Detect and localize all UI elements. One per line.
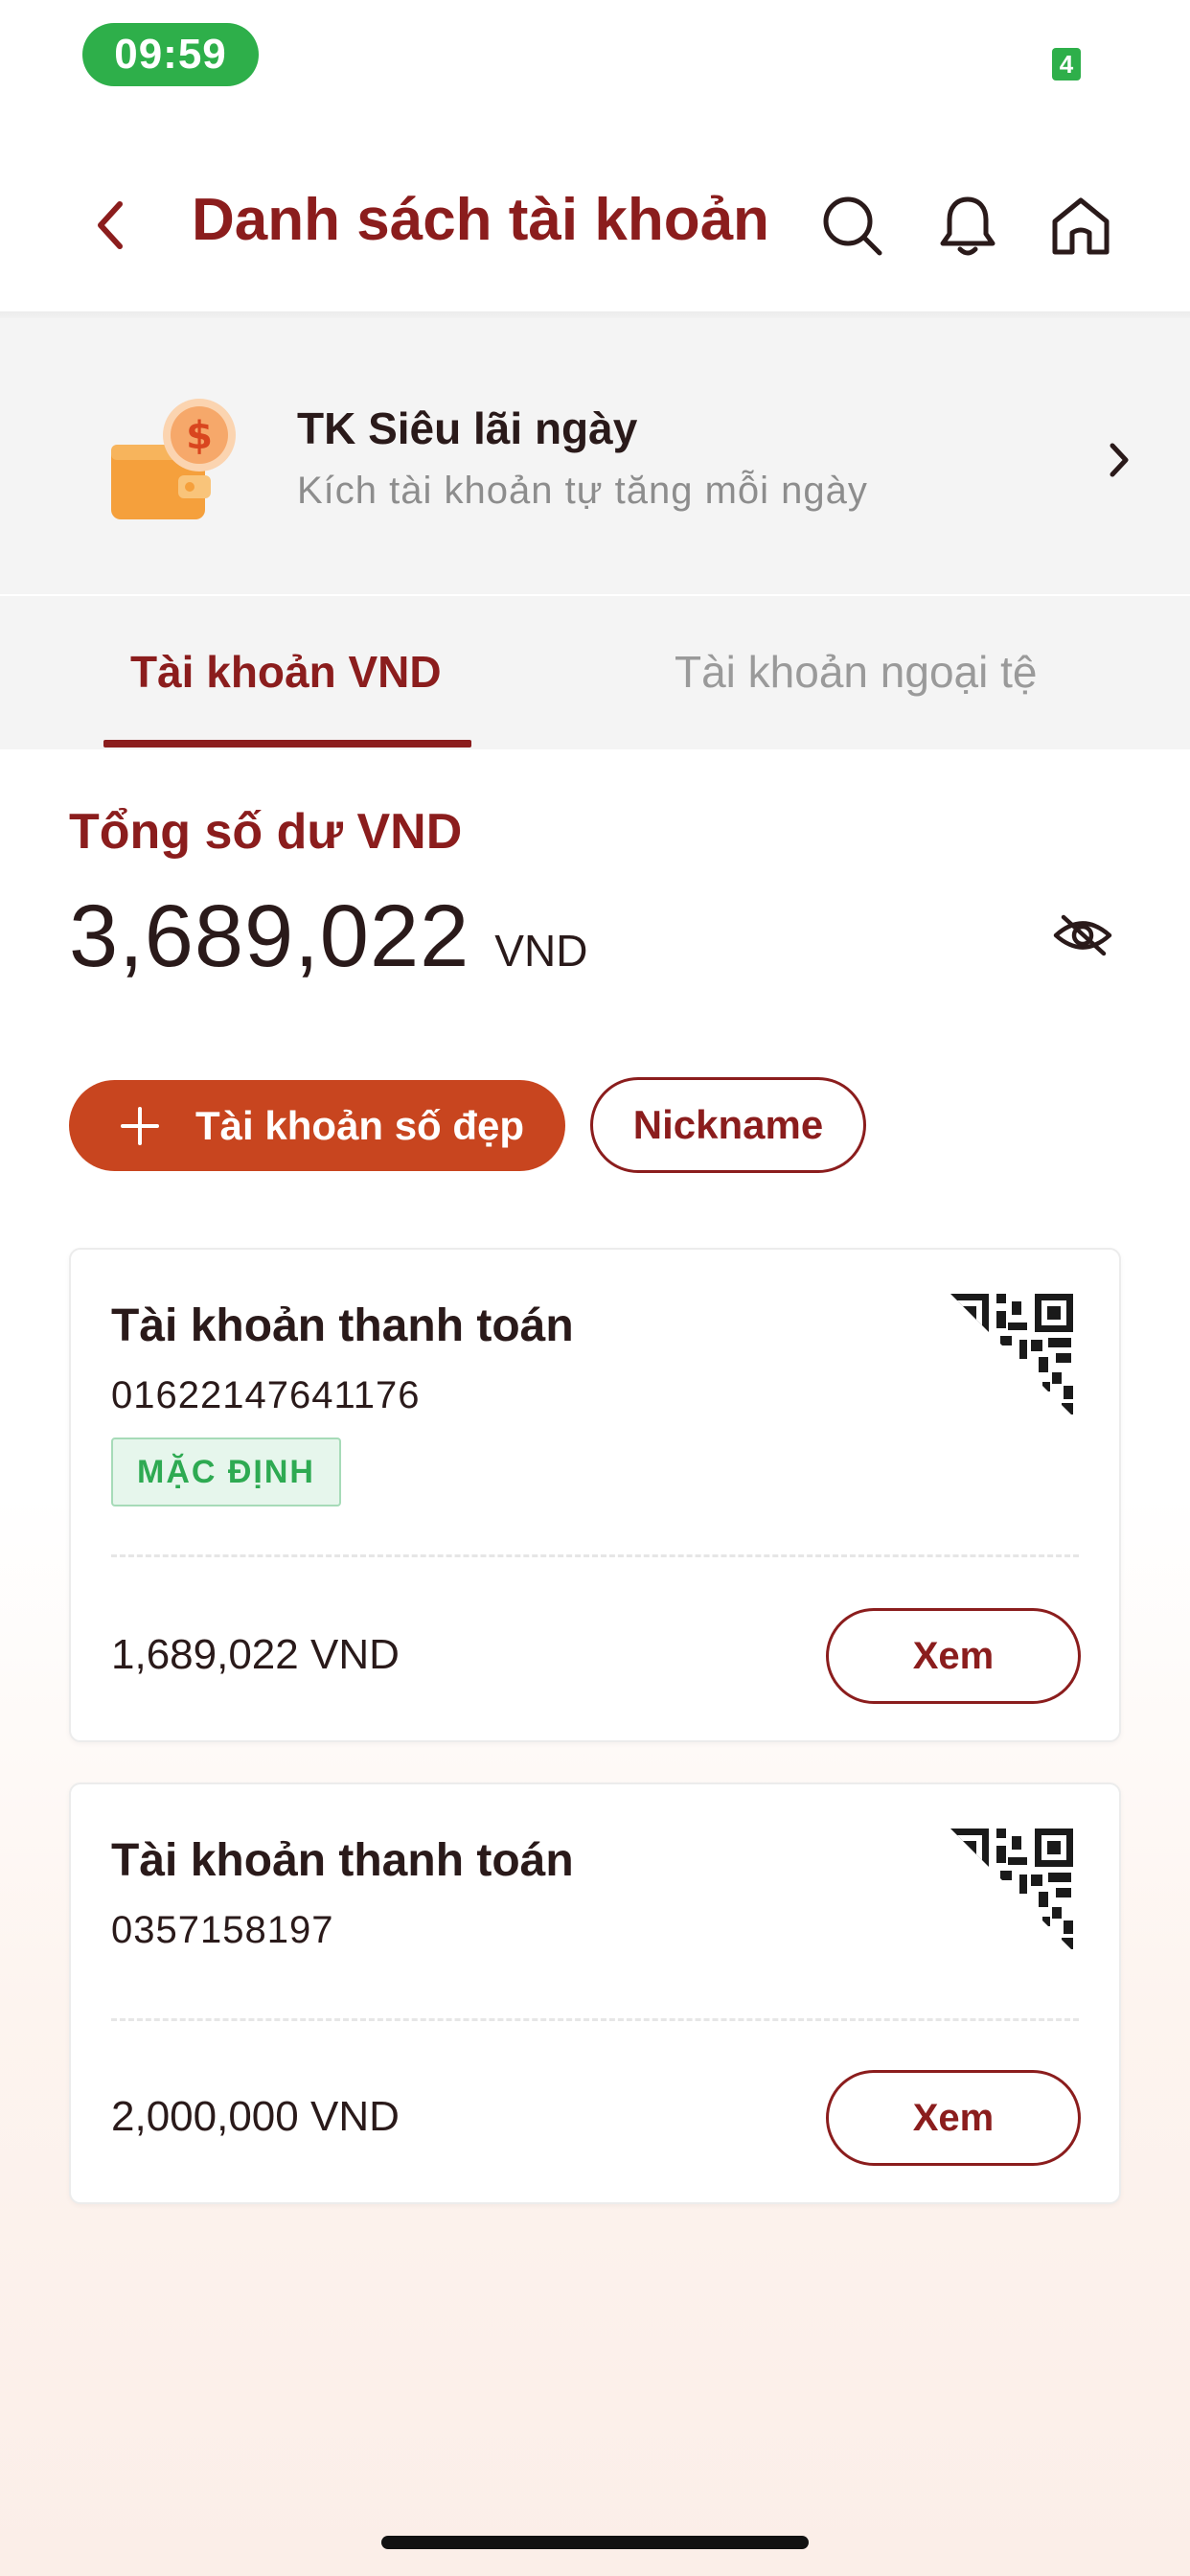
svg-text:$: $ (186, 414, 213, 458)
search-button[interactable] (814, 188, 891, 264)
wallet-coin-icon: $ (111, 399, 236, 519)
total-balance-amount: 3,689,022 (69, 887, 470, 985)
active-tab-indicator (103, 740, 471, 748)
chevron-right-icon (1110, 443, 1129, 477)
qr-code-icon[interactable] (947, 1290, 1077, 1420)
promo-banner[interactable]: $ TK Siêu lãi ngày Kích tài khoản tự tăn… (0, 318, 1190, 594)
status-time: 09:59 (82, 23, 259, 86)
account-tabs: Tài khoản VND Tài khoản ngoại tệ (0, 596, 1190, 749)
total-balance-currency: VND (494, 926, 588, 976)
card-divider (111, 1554, 1079, 1557)
view-account-button[interactable]: Xem (826, 1608, 1081, 1704)
home-indicator[interactable] (381, 2536, 809, 2549)
card-divider (111, 2018, 1079, 2021)
qr-code-icon[interactable] (947, 1825, 1077, 1955)
promo-subtitle: Kích tài khoản tự tăng mỗi ngày (297, 470, 868, 512)
notification-button[interactable] (929, 188, 1006, 264)
view-account-button[interactable]: Xem (826, 2070, 1081, 2166)
beautiful-number-label: Tài khoản số đẹp (195, 1102, 525, 1148)
account-card[interactable]: Tài khoản thanh toán 01622147641176 MẶC … (69, 1248, 1121, 1742)
tab-vnd[interactable]: Tài khoản VND (130, 646, 442, 698)
app-header: Danh sách tài khoản (0, 144, 1190, 311)
account-name: Tài khoản thanh toán (111, 1835, 574, 1886)
account-number: 01622147641176 (111, 1374, 421, 1416)
account-balance: 1,689,022 VND (111, 1631, 400, 1678)
chevron-left-icon (98, 201, 123, 249)
total-balance: 3,689,022 VND (69, 886, 587, 987)
plus-icon (121, 1106, 159, 1145)
promo-title: TK Siêu lãi ngày (297, 403, 638, 453)
toggle-balance-visibility[interactable] (1048, 908, 1117, 962)
network-indicator: 4 (1052, 48, 1081, 80)
eye-off-icon (1053, 914, 1112, 956)
account-balance: 2,000,000 VND (111, 2093, 400, 2140)
home-button[interactable] (1042, 188, 1119, 264)
page-title: Danh sách tài khoản (192, 187, 769, 253)
bell-icon (940, 196, 995, 256)
total-balance-label: Tổng số dư VND (69, 804, 463, 860)
status-bar: 09:59 4 (0, 0, 1190, 115)
account-name: Tài khoản thanh toán (111, 1300, 574, 1351)
back-button[interactable] (77, 192, 144, 259)
promo-arrow[interactable] (1100, 431, 1138, 489)
search-icon (823, 196, 882, 256)
nickname-button[interactable]: Nickname (590, 1077, 866, 1173)
account-card[interactable]: Tài khoản thanh toán 0357158197 2,000,00… (69, 1782, 1121, 2204)
home-icon (1052, 197, 1110, 255)
account-number: 0357158197 (111, 1909, 334, 1951)
beautiful-number-account-button[interactable]: Tài khoản số đẹp (69, 1080, 565, 1171)
default-badge: MẶC ĐỊNH (111, 1438, 341, 1506)
tab-foreign-currency[interactable]: Tài khoản ngoại tệ (675, 646, 1038, 698)
